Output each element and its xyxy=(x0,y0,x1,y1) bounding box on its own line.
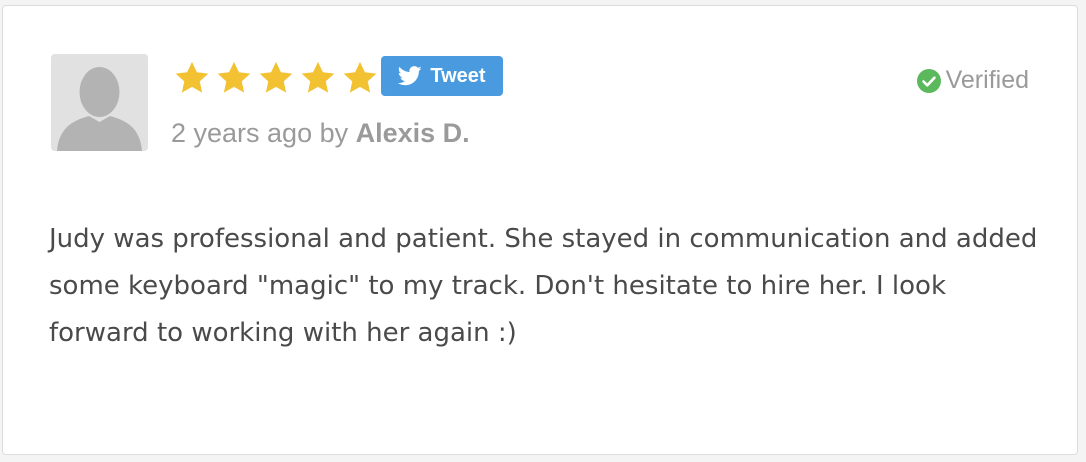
review-time: 2 years ago by xyxy=(171,118,349,148)
review-meta: 2 years ago by Alexis D. xyxy=(171,118,470,149)
twitter-bird-icon xyxy=(398,66,422,86)
star-icon xyxy=(175,61,209,93)
avatar xyxy=(51,54,148,151)
tweet-button[interactable]: Tweet xyxy=(381,56,503,96)
star-icon xyxy=(259,61,293,93)
star-icon xyxy=(217,61,251,93)
tweet-button-label: Tweet xyxy=(430,64,486,87)
star-icon xyxy=(343,61,377,93)
review-card: Tweet 2 years ago by Alexis D. Verified … xyxy=(2,5,1078,455)
star-rating xyxy=(173,59,379,97)
verified-label: Verified xyxy=(945,66,1029,94)
check-circle-icon xyxy=(916,68,941,93)
user-silhouette-icon xyxy=(51,54,148,151)
review-author: Alexis D. xyxy=(355,118,470,148)
verified-badge: Verified xyxy=(916,66,1029,95)
review-text: Judy was professional and patient. She s… xyxy=(49,224,1038,348)
star-icon xyxy=(301,61,335,93)
